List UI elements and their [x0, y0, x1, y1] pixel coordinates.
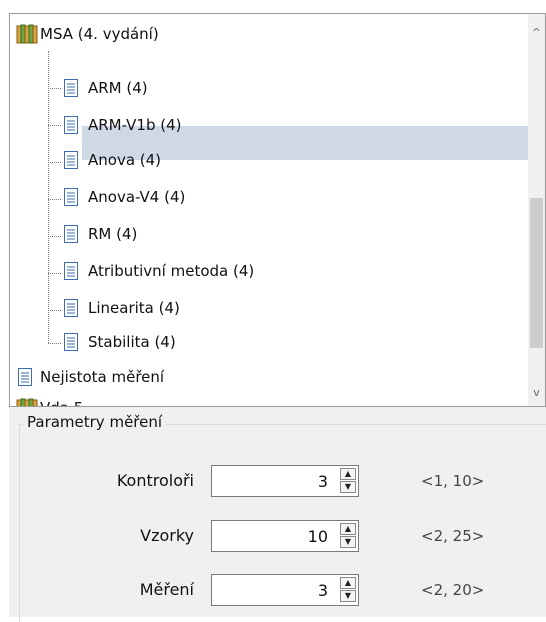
tree-connector-h: [48, 236, 61, 237]
tree-item-label: MSA (4. vydání): [40, 25, 159, 43]
tree-item-nejistota[interactable]: Nejistota měření: [18, 360, 166, 394]
tree-rows: MSA (4. vydání) ARM (4) ARM-V1b (4) Anov…: [10, 14, 530, 406]
decrement-button[interactable]: ▼: [340, 536, 356, 548]
vertical-scrollbar[interactable]: ^ v: [528, 14, 545, 406]
book-stack-icon: [16, 397, 38, 406]
document-icon: [64, 116, 78, 134]
document-icon: [64, 262, 78, 280]
param-range: <2, 25>: [421, 527, 485, 545]
tree-item-rm[interactable]: RM (4): [64, 217, 139, 251]
tree-item-label: Stabilita (4): [88, 333, 176, 351]
kontrolori-stepper[interactable]: 3 ▲ ▼: [211, 465, 359, 497]
group-title: Parametry měření: [23, 413, 167, 431]
tree-connector-h: [48, 343, 61, 344]
param-row-kontrolori: Kontroloři 3 ▲ ▼ <1, 10>: [9, 465, 546, 499]
scroll-thumb[interactable]: [530, 198, 543, 348]
tree-item-stabilita[interactable]: Stabilita (4): [64, 325, 178, 359]
scroll-down-arrow[interactable]: v: [528, 384, 545, 401]
book-stack-icon: [16, 23, 38, 45]
tree-connector-h: [48, 199, 61, 200]
tree-item-label: ARM-V1b (4): [88, 116, 182, 134]
tree-item-anova[interactable]: Anova (4): [64, 143, 163, 177]
tree-connector-h: [48, 310, 61, 311]
tree-item-label: ARM (4): [88, 79, 148, 97]
scroll-up-arrow[interactable]: ^: [528, 24, 545, 41]
tree-item-msa[interactable]: MSA (4. vydání): [16, 17, 161, 51]
tree-item-arm-v1b[interactable]: ARM-V1b (4): [64, 108, 184, 142]
stepper-value[interactable]: 3: [318, 472, 328, 491]
tree-item-label: RM (4): [88, 225, 138, 243]
decrement-button[interactable]: ▼: [340, 481, 356, 493]
document-icon: [64, 188, 78, 206]
param-range: <1, 10>: [421, 472, 485, 490]
stepper-value[interactable]: 3: [318, 581, 328, 600]
tree-connector: [48, 51, 49, 343]
vzorky-stepper[interactable]: 10 ▲ ▼: [211, 520, 359, 552]
tree-item-label: Anova (4): [88, 151, 162, 169]
tree-connector-h: [48, 125, 61, 126]
tree-item-label: Vda 5: [38, 391, 85, 406]
tree-item-linearita[interactable]: Linearita (4): [64, 291, 182, 325]
tree-item-label: Anova-V4 (4): [88, 188, 186, 206]
tree-item-label: Linearita (4): [88, 299, 180, 317]
tree-connector-h: [48, 162, 61, 163]
decrement-button[interactable]: ▼: [340, 590, 356, 602]
tree-item-arm[interactable]: ARM (4): [64, 71, 150, 105]
document-icon: [64, 225, 78, 243]
document-icon: [64, 151, 78, 169]
document-icon: [18, 368, 32, 386]
tree-item-label: Nejistota měření: [40, 368, 165, 386]
document-icon: [64, 79, 78, 97]
param-row-mereni: Měření 3 ▲ ▼ <2, 20>: [9, 574, 546, 608]
parameters-panel: Parametry měření Kontroloři 3 ▲ ▼ <1, 10…: [9, 407, 546, 622]
tree-connector-h: [48, 273, 61, 274]
mereni-stepper[interactable]: 3 ▲ ▼: [211, 574, 359, 606]
increment-button[interactable]: ▲: [340, 577, 356, 589]
tree-view[interactable]: MSA (4. vydání) ARM (4) ARM-V1b (4) Anov…: [9, 13, 546, 407]
tree-connector-h: [48, 88, 61, 89]
increment-button[interactable]: ▲: [340, 468, 356, 480]
param-label: Vzorky: [140, 526, 194, 545]
param-label: Měření: [139, 580, 194, 599]
stepper-value[interactable]: 10: [308, 527, 328, 546]
param-label: Kontroloři: [116, 471, 194, 490]
increment-button[interactable]: ▲: [340, 523, 356, 535]
tree-item-atributivni[interactable]: Atributivní metoda (4): [64, 254, 256, 288]
document-icon: [64, 299, 78, 317]
tree-item-label: Atributivní metoda (4): [88, 262, 255, 280]
document-icon: [64, 333, 78, 351]
tree-item-anova-v4[interactable]: Anova-V4 (4): [64, 180, 187, 214]
param-range: <2, 20>: [421, 581, 485, 599]
tree-item-vda5[interactable]: Vda 5: [16, 391, 85, 406]
param-row-vzorky: Vzorky 10 ▲ ▼ <2, 25>: [9, 520, 546, 554]
